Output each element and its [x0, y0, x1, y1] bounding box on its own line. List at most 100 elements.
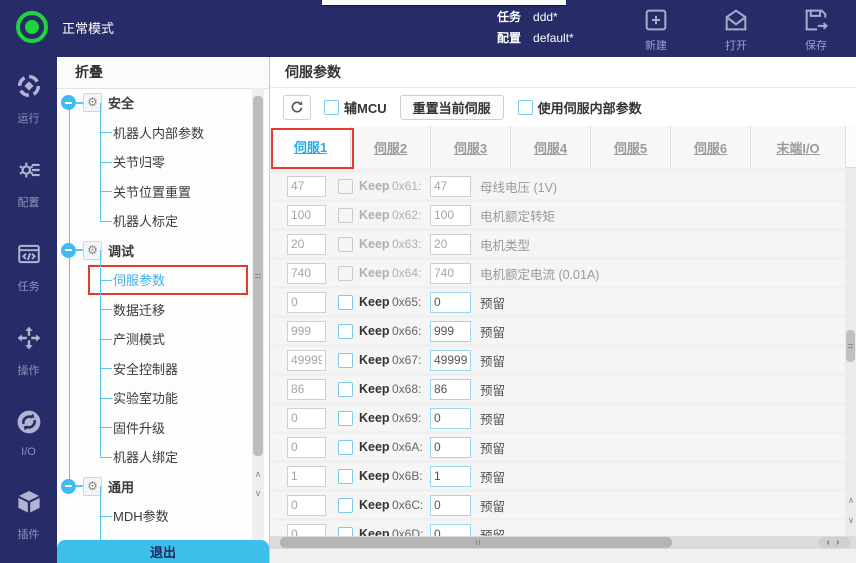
keep-checkbox[interactable] — [338, 324, 353, 339]
keep-checkbox[interactable] — [338, 440, 353, 455]
param-input-left[interactable] — [287, 176, 326, 197]
param-input-right[interactable] — [430, 234, 471, 255]
tree-item-1-4[interactable]: 实验室功能 — [57, 383, 253, 413]
param-input-left[interactable] — [287, 466, 326, 487]
keep-checkbox[interactable] — [338, 382, 353, 397]
param-input-right[interactable] — [430, 263, 471, 284]
sidebar-item-task[interactable]: 任务 — [16, 241, 42, 294]
param-input-right[interactable] — [430, 176, 471, 197]
refresh-button[interactable] — [283, 95, 311, 120]
param-input-right[interactable] — [430, 495, 471, 516]
keep-checkbox[interactable] — [338, 179, 353, 194]
tree-item-0-3[interactable]: 机器人标定 — [57, 206, 253, 236]
param-input-right[interactable] — [430, 292, 471, 313]
param-input-left[interactable] — [287, 292, 326, 313]
tree-item-0-0[interactable]: 机器人内部参数 — [57, 118, 253, 148]
tree-group-1[interactable]: ⚙调试 — [57, 236, 253, 266]
use-internal-checkbox[interactable] — [518, 100, 533, 115]
param-rows: Keep0x61:母线电压 (1V)Keep0x62:电机额定转矩Keep0x6… — [270, 168, 845, 536]
session-info: 任务ddd* 配置default* — [497, 7, 574, 49]
keep-checkbox[interactable] — [338, 295, 353, 310]
tree-item-1-3[interactable]: 安全控制器 — [57, 354, 253, 384]
param-input-right[interactable] — [430, 321, 471, 342]
tree-item-1-0[interactable]: 伺服参数 — [57, 265, 253, 295]
keep-checkbox[interactable] — [338, 266, 353, 281]
action-label: 保存 — [805, 37, 827, 53]
param-input-right[interactable] — [430, 466, 471, 487]
sidebar-item-config[interactable]: 配置 — [16, 157, 42, 210]
register-address: 0x65: — [392, 295, 424, 309]
param-input-left[interactable] — [287, 495, 326, 516]
keep-checkbox[interactable] — [338, 498, 353, 513]
param-input-right[interactable] — [430, 350, 471, 371]
collapse-toggle-icon[interactable] — [61, 95, 76, 110]
tree-item-2-0[interactable]: MDH参数 — [57, 501, 253, 531]
param-input-left[interactable] — [287, 205, 326, 226]
tree-item-1-6[interactable]: 机器人绑定 — [57, 442, 253, 472]
keep-checkbox[interactable] — [338, 411, 353, 426]
tree-group-0[interactable]: ⚙安全 — [57, 88, 253, 118]
tab-servo-7[interactable]: 末端I/O — [751, 126, 846, 168]
aux-mcu-checkbox[interactable] — [324, 100, 339, 115]
param-input-left[interactable] — [287, 234, 326, 255]
collapse-toggle-icon[interactable] — [61, 479, 76, 494]
keep-checkbox[interactable] — [338, 527, 353, 537]
tree-group-2[interactable]: ⚙通用 — [57, 472, 253, 502]
horizontal-scroll-buttons[interactable]: ‹› — [818, 537, 850, 548]
param-input-left[interactable] — [287, 408, 326, 429]
tab-servo-4[interactable]: 伺服4 — [511, 126, 591, 168]
sidebar-item-run[interactable]: 运行 — [16, 73, 42, 126]
param-input-left[interactable] — [287, 263, 326, 284]
keep-label: Keep — [359, 382, 389, 396]
tab-servo-2[interactable]: 伺服2 — [351, 126, 431, 168]
exit-button[interactable]: 退出 — [57, 540, 269, 563]
tree-scrollbar-thumb[interactable] — [253, 96, 263, 456]
sidebar-item-io[interactable]: I/O — [16, 409, 42, 458]
tree-scroll-down-icon[interactable]: ∨ — [252, 485, 264, 501]
param-input-right[interactable] — [430, 379, 471, 400]
action-new-button[interactable]: 新建 — [630, 6, 682, 53]
action-open-button[interactable]: 打开 — [710, 6, 762, 53]
tree-item-1-2[interactable]: 产测模式 — [57, 324, 253, 354]
param-input-right[interactable] — [430, 205, 471, 226]
tab-servo-3[interactable]: 伺服3 — [431, 126, 511, 168]
main-scroll-up-icon[interactable]: ∧ — [845, 492, 856, 508]
tab-servo-5[interactable]: 伺服5 — [591, 126, 671, 168]
register-address: 0x64: — [392, 266, 424, 280]
param-input-right[interactable] — [430, 437, 471, 458]
horizontal-scrollbar[interactable]: ‹› — [270, 536, 856, 549]
param-input-left[interactable] — [287, 379, 326, 400]
param-input-right[interactable] — [430, 524, 471, 537]
param-input-left[interactable] — [287, 437, 326, 458]
keep-checkbox[interactable] — [338, 208, 353, 223]
action-save-button[interactable]: 保存 — [790, 6, 842, 53]
keep-checkbox[interactable] — [338, 237, 353, 252]
collapse-header[interactable]: 折叠 — [57, 57, 269, 89]
param-row: Keep0x61:母线电压 (1V) — [270, 173, 845, 199]
param-input-left[interactable] — [287, 350, 326, 371]
tree-item-0-1[interactable]: 关节归零 — [57, 147, 253, 177]
tree-item-1-1[interactable]: 数据迁移 — [57, 295, 253, 325]
sidebar-item-operate[interactable]: 操作 — [16, 325, 42, 378]
tree-item-0-2[interactable]: 关节位置重置 — [57, 177, 253, 207]
param-description: 预留 — [480, 409, 505, 428]
vertical-scrollbar-thumb[interactable] — [846, 330, 855, 362]
sidebar-item-plugin[interactable]: 插件 — [16, 489, 42, 542]
vertical-scrollbar[interactable] — [845, 168, 856, 536]
tab-servo-1[interactable]: 伺服1 — [271, 126, 351, 168]
param-input-right[interactable] — [430, 408, 471, 429]
param-input-left[interactable] — [287, 524, 326, 537]
keep-label: Keep — [359, 208, 389, 222]
horizontal-scrollbar-thumb[interactable] — [280, 537, 672, 548]
main-scroll-down-icon[interactable]: ∨ — [845, 512, 856, 528]
keep-checkbox[interactable] — [338, 469, 353, 484]
tree-scroll-up-icon[interactable]: ∧ — [252, 466, 264, 482]
reset-current-servo-button[interactable]: 重置当前伺服 — [400, 95, 504, 120]
collapse-toggle-icon[interactable] — [61, 243, 76, 258]
tree-connector-line — [69, 103, 70, 487]
keep-checkbox[interactable] — [338, 353, 353, 368]
tree-item-1-5[interactable]: 固件升级 — [57, 413, 253, 443]
param-input-left[interactable] — [287, 321, 326, 342]
register-address: 0x66: — [392, 324, 424, 338]
tab-servo-6[interactable]: 伺服6 — [671, 126, 751, 168]
